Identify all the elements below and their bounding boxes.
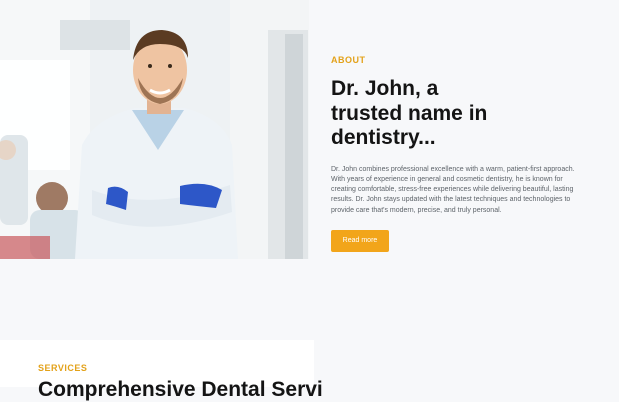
dentist-photo bbox=[0, 0, 309, 259]
about-body-copy: Dr. John combines professional excellenc… bbox=[331, 165, 575, 214]
about-headline: Dr. John, a trusted name in dentistry... bbox=[331, 77, 488, 149]
dentist-photo-illustration bbox=[0, 0, 309, 259]
about-eyebrow: ABOUT bbox=[331, 55, 366, 65]
about-text-panel: ABOUT Dr. John, a trusted name in dentis… bbox=[331, 54, 593, 252]
services-section bbox=[0, 320, 619, 387]
about-section: ABOUT Dr. John, a trusted name in dentis… bbox=[0, 0, 619, 320]
services-eyebrow: SERVICES bbox=[38, 363, 88, 373]
read-more-button[interactable]: Read more bbox=[331, 229, 389, 252]
services-title: Comprehensive Dental Servi bbox=[38, 378, 323, 401]
